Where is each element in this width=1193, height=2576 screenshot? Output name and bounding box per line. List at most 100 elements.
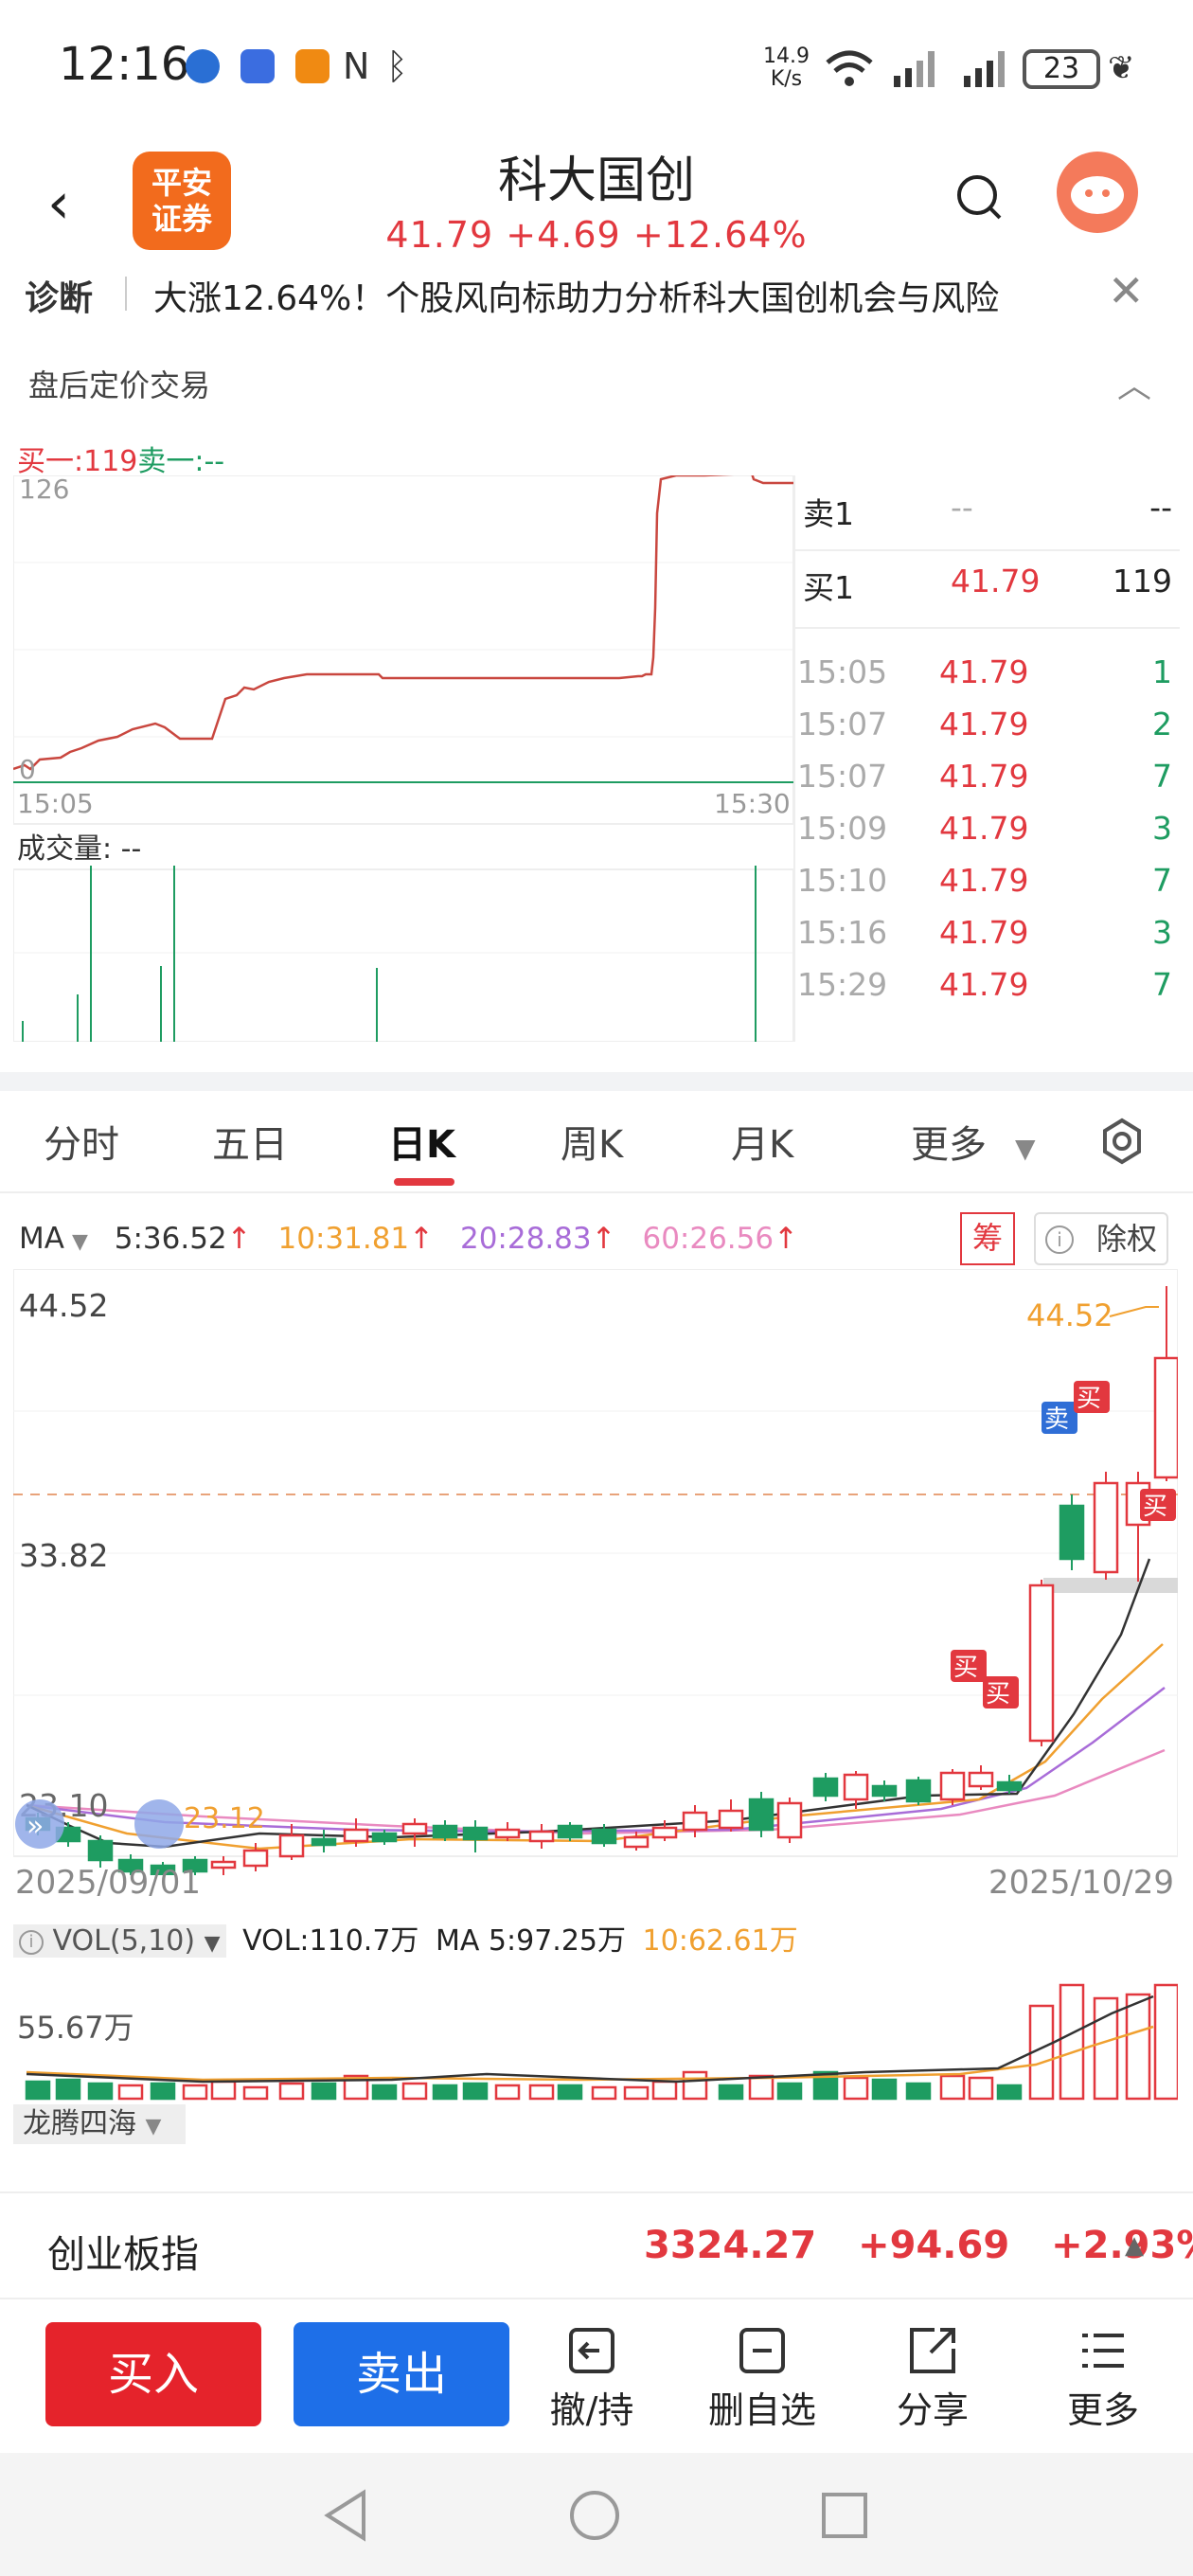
more-button[interactable]: 更多 xyxy=(1023,2324,1184,2433)
trade-row: 15:29 41.79 7 xyxy=(797,966,1172,1003)
share-icon xyxy=(910,2328,955,2373)
volume-bar xyxy=(748,2074,775,2101)
volume-bar xyxy=(557,2084,583,2101)
volume-bar xyxy=(528,2084,555,2101)
sell-signal-label: 卖 xyxy=(1044,1405,1069,1434)
settings-gear-icon[interactable] xyxy=(1098,1118,1146,1165)
trade-row: 15:10 41.79 7 xyxy=(797,862,1172,899)
expand-up-icon[interactable]: ▲ xyxy=(1125,2231,1144,2260)
remove-watchlist-icon xyxy=(739,2328,785,2373)
trade-row: 15:07 41.79 2 xyxy=(797,706,1172,742)
max-price-marker: 44.52 xyxy=(1026,1297,1113,1333)
ticker-divider xyxy=(125,277,127,311)
index-ticker[interactable]: 创业板指 3324.27 +94.69 +2.93% ▲ xyxy=(0,2193,1193,2298)
volume-bar xyxy=(494,2084,521,2101)
active-tab-indicator xyxy=(394,1178,454,1186)
after-hours-chart[interactable]: 126 0 15:05 15:30 成交量: -- xyxy=(13,475,793,1042)
volume-bar xyxy=(718,2084,744,2101)
ticker-text[interactable]: 大涨12.64%！个股风向标助力分析科大国创机会与风险 xyxy=(153,271,999,320)
buy-button[interactable]: 买入 xyxy=(45,2322,261,2426)
volume-legend[interactable]: i VOL(5,10) ▼ VOL:110.7万 MA 5:97.25万 10:… xyxy=(13,1917,798,1958)
candle xyxy=(812,1777,839,1798)
ma60-value: 60:26.56 xyxy=(642,1222,775,1256)
nav-recents-icon[interactable] xyxy=(820,2491,869,2540)
chevron-up-icon[interactable]: ︿ xyxy=(1117,358,1151,407)
volume-bar xyxy=(871,2078,898,2101)
tab-weekly-k[interactable]: 周K xyxy=(561,1114,623,1169)
ex-rights-button[interactable]: i 除权 xyxy=(1034,1212,1168,1265)
broker-logo[interactable]: 平安证券 xyxy=(133,152,231,250)
volume-bar xyxy=(117,2084,144,2101)
share-button[interactable]: 分享 xyxy=(852,2324,1013,2433)
back-icon[interactable]: ‹ xyxy=(47,170,70,237)
buy-signal-label: 买 xyxy=(1143,1493,1167,1521)
section-divider xyxy=(0,1072,1193,1091)
ma10-value: 10:31.81 xyxy=(277,1222,410,1256)
chip-distribution-button[interactable]: 筹 xyxy=(960,1212,1015,1265)
candle xyxy=(651,1826,678,1839)
tabs-divider xyxy=(0,1191,1193,1193)
candle xyxy=(1059,1504,1085,1561)
date-start: 2025/09/01 xyxy=(15,1864,201,1902)
volume-bar xyxy=(311,2082,337,2101)
trade-action-bar: 买入 卖出 撤/持 删自选 分享 更多 xyxy=(0,2299,1193,2451)
signal-icon-2 xyxy=(964,51,1005,87)
close-icon[interactable]: ✕ xyxy=(1108,265,1145,316)
tab-monthly-k[interactable]: 月K xyxy=(731,1114,793,1169)
candle xyxy=(682,1811,708,1832)
min-price-marker: 23.12 xyxy=(184,1802,265,1835)
tab-five-day[interactable]: 五日 xyxy=(212,1114,288,1169)
candle xyxy=(343,1828,369,1843)
assistant-avatar-icon[interactable] xyxy=(1057,152,1138,233)
sell-button[interactable]: 卖出 xyxy=(294,2322,509,2426)
nav-left-icon[interactable] xyxy=(134,1799,184,1849)
candle xyxy=(462,1826,489,1841)
tab-daily-k[interactable]: 日K xyxy=(388,1114,455,1169)
battery-indicator: 23 xyxy=(1023,49,1100,89)
after-hours-y-max: 126 xyxy=(19,475,69,505)
candle xyxy=(432,1824,458,1839)
volume-max-label: 55.67万 xyxy=(17,2010,134,2046)
candle xyxy=(1028,1583,1055,1743)
date-end: 2025/10/29 xyxy=(988,1864,1174,1902)
volume-bar xyxy=(55,2078,81,2101)
volume-bar xyxy=(278,2082,305,2101)
nav-home-icon[interactable] xyxy=(568,2489,621,2542)
ma-label: MA xyxy=(19,1222,64,1256)
indicator-select-button[interactable]: 龙腾四海 ▼ xyxy=(13,2104,186,2144)
candle xyxy=(210,1860,237,1869)
stock-quote: 41.79 +4.69 +12.64% xyxy=(385,214,808,256)
stock-header: ‹ 平安证券 科大国创 41.79 +4.69 +12.64% xyxy=(0,133,1193,270)
tab-more[interactable]: 更多 ▼ xyxy=(911,1114,1036,1169)
ma-legend[interactable]: MA ▼ 5:36.52↑ 10:31.81↑ 20:28.83↑ 60:26.5… xyxy=(19,1222,798,1260)
cancel-hold-button[interactable]: 撤/持 xyxy=(511,2324,672,2433)
search-icon[interactable] xyxy=(954,172,1004,222)
volume-bar xyxy=(843,2076,869,2101)
volume-bar xyxy=(150,2082,176,2101)
order-book-sell1: 卖1 -- -- xyxy=(803,489,1172,532)
volume-bar xyxy=(1125,1993,1151,2101)
network-speed: 14.9 K/s xyxy=(763,45,810,91)
volume-bar xyxy=(432,2084,458,2101)
volume-bar xyxy=(623,2085,650,2101)
kline-chart[interactable]: 买买卖买买 44.52 33.82 23.10 44.52 23.12 » xyxy=(13,1269,1178,1875)
stock-name: 科大国创 xyxy=(497,152,695,209)
nfc-icon: N xyxy=(343,45,370,87)
volume-bar xyxy=(210,2080,237,2101)
trade-row: 15:16 41.79 3 xyxy=(797,914,1172,951)
nav-back-icon[interactable] xyxy=(322,2489,369,2542)
ma20-value: 20:28.83 xyxy=(459,1222,592,1256)
signal-icon-1 xyxy=(894,51,935,87)
volume-ma-line xyxy=(26,1995,1154,2084)
volume-chart[interactable] xyxy=(13,1951,1178,2102)
index-name: 创业板指 xyxy=(47,2233,199,2277)
y-axis-high: 44.52 xyxy=(19,1287,108,1324)
tab-intraday[interactable]: 分时 xyxy=(44,1114,119,1169)
status-bar: 12:16 N ᛒ 14.9 K/s 23 ❦ xyxy=(0,0,1193,133)
wifi-icon xyxy=(826,50,873,86)
buy-signal-label: 买 xyxy=(1077,1385,1101,1413)
volume-bar xyxy=(25,2080,51,2101)
news-ticker[interactable]: 诊断 大涨12.64%！个股风向标助力分析科大国创机会与风险 ✕ xyxy=(0,265,1193,322)
volume-bar xyxy=(371,2084,398,2101)
remove-watchlist-button[interactable]: 删自选 xyxy=(682,2324,843,2433)
